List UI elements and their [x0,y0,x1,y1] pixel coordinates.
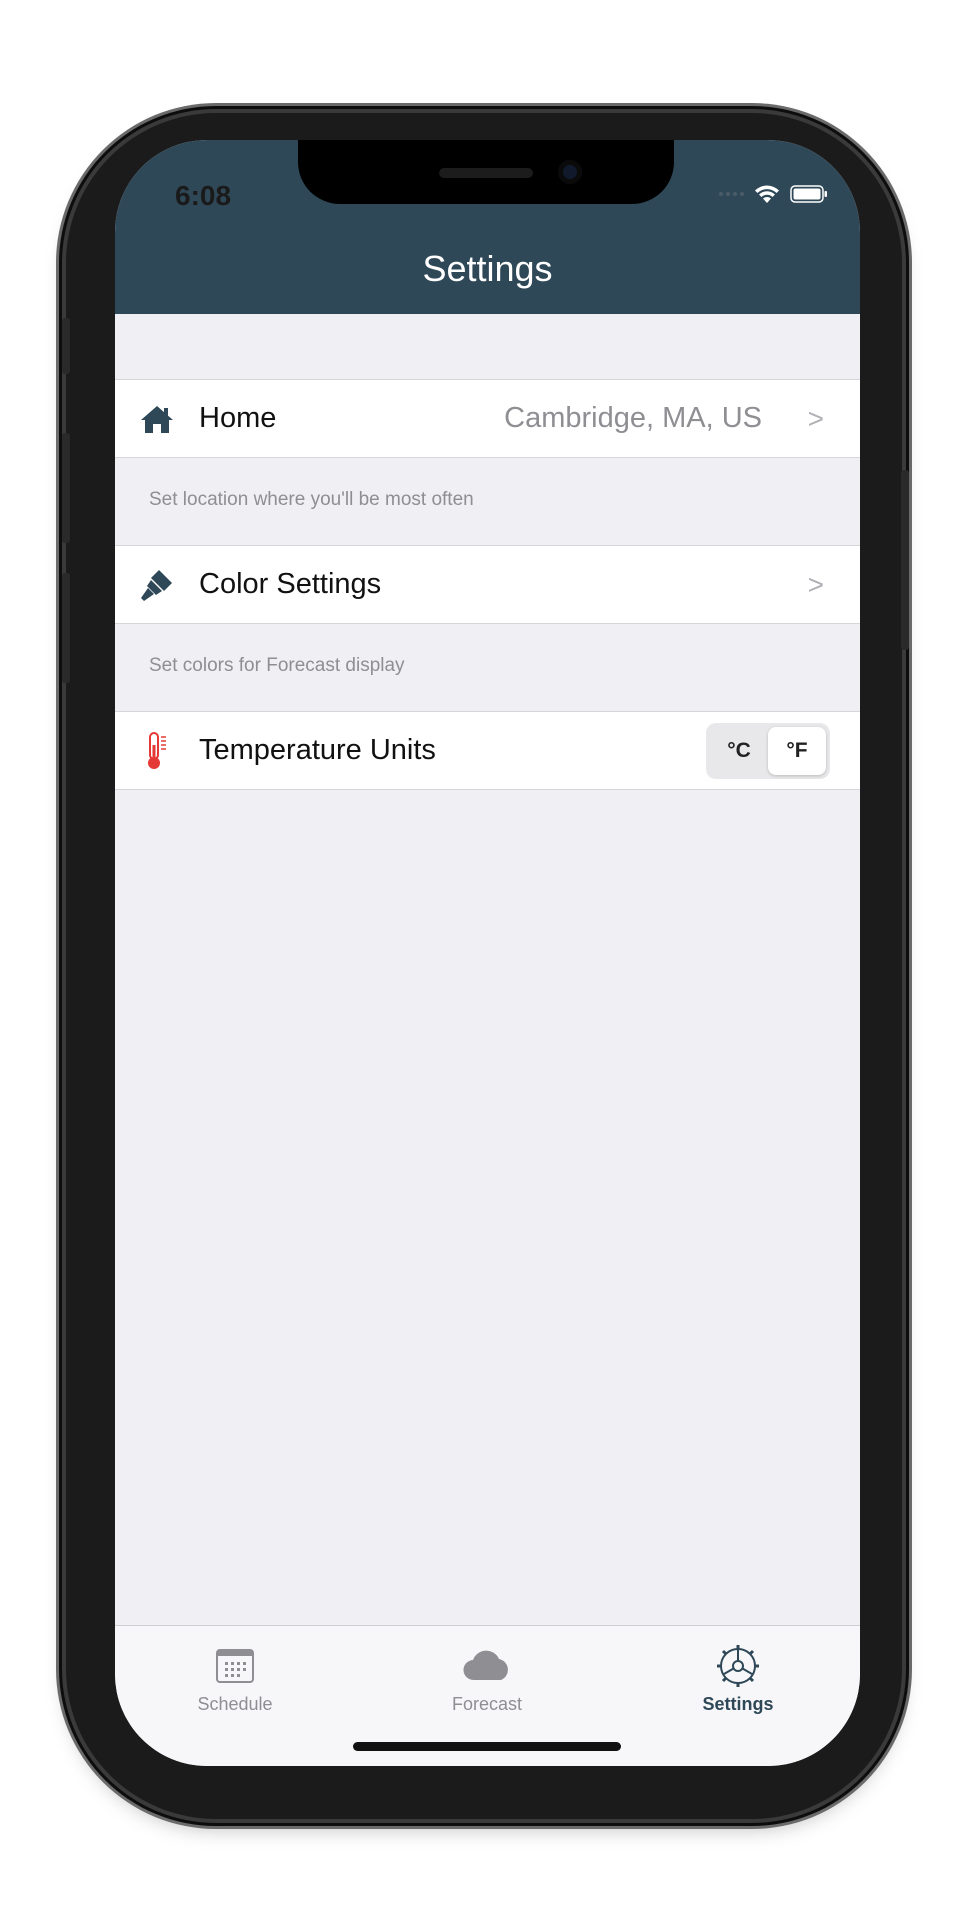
color-settings-label: Color Settings [199,568,382,600]
home-indicator [353,1742,621,1751]
home-icon [137,399,177,439]
home-footer: Set location where you'll be most often [149,489,474,510]
volume-down-button [62,573,70,683]
temperature-units-row: Temperature Units °C °F [115,711,860,790]
home-label: Home [199,402,277,434]
battery-icon [790,185,827,203]
status-time: 6:08 [175,180,232,211]
volume-up-button [62,433,70,543]
signal-dots-icon [719,192,744,196]
tab-forecast[interactable]: Forecast [407,1644,567,1715]
wifi-icon [755,185,779,203]
cloud-icon [407,1644,567,1688]
tab-schedule[interactable]: Schedule [155,1644,315,1715]
page-title: Settings [422,248,553,289]
celsius-option[interactable]: °C [710,727,768,775]
gear-icon [658,1644,818,1688]
notch [298,140,674,204]
temperature-units-label: Temperature Units [199,734,436,766]
tab-label: Settings [702,1694,774,1714]
speaker [439,168,533,178]
thermometer-icon [137,731,177,771]
temperature-unit-segmented-control: °C °F [706,722,830,779]
navigation-bar: 6:08 Settings [115,140,860,314]
chevron-right-icon: > [807,402,824,434]
mute-switch [62,318,70,374]
color-footer: Set colors for Forecast display [149,655,405,676]
power-button [901,470,909,650]
status-indicators [719,184,828,204]
screen: 6:08 Settings Home Cambridge, MA, US > S… [115,140,860,1766]
tab-label: Schedule [197,1694,273,1714]
color-settings-row[interactable]: Color Settings > [115,545,860,624]
paintbrush-icon [137,565,177,605]
chevron-right-icon: > [807,568,824,600]
tab-label: Forecast [451,1694,523,1714]
calendar-icon [155,1644,315,1688]
fahrenheit-option[interactable]: °F [768,726,826,775]
tab-settings[interactable]: Settings [658,1644,818,1715]
home-location-value: Cambridge, MA, US [504,402,762,434]
front-camera [558,160,582,184]
home-row[interactable]: Home Cambridge, MA, US > [115,379,860,458]
